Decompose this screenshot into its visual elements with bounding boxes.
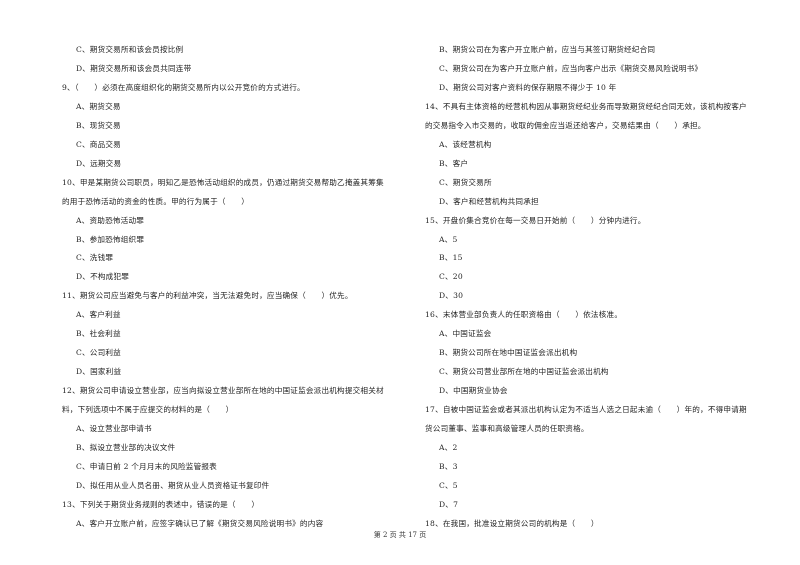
- question-text: 17、自被中国证监会或者其派出机构认定为不适当人选之日起未逾（ ）年的，不得申请…: [425, 405, 747, 415]
- answer-option: D、远期交易: [76, 158, 122, 168]
- question-text: 12、期货公司申请设立营业部，应当向拟设立营业部所在地的中国证监会派出机构提交相…: [62, 386, 384, 396]
- answer-option: C、期货公司营业部所在地的中国证监会派出机构: [439, 367, 609, 377]
- answer-option: A、设立营业部申请书: [76, 424, 152, 433]
- answer-option: D、7: [439, 499, 459, 509]
- answer-option: B、客户: [439, 158, 469, 168]
- answer-option: D、客户和经营机构共同承担: [439, 196, 539, 206]
- answer-option: A、5: [439, 234, 458, 244]
- answer-option: B、期货公司在为客户开立账户前，应当与其签订期货经纪合同: [439, 45, 656, 54]
- answer-option: C、期货公司在为客户开立账户前，应当向客户出示《期货交易风险说明书》: [439, 63, 703, 73]
- answer-option: B、社会利益: [76, 329, 121, 339]
- answer-option: B、现货交易: [76, 120, 121, 130]
- answer-option: C、期货交易所: [439, 177, 492, 187]
- question-text: 的用于恐怖活动的资金的性质。甲的行为属于（ ）: [62, 196, 250, 206]
- question-text: 11、期货公司应当避免与客户的利益冲突，当无法避免时，应当确保（ ）优先。: [62, 291, 353, 301]
- answer-option: C、20: [439, 272, 463, 282]
- answer-option: B、期货公司所在地中国证监会派出机构: [439, 348, 578, 358]
- answer-option: D、不构成犯罪: [76, 272, 130, 282]
- answer-option: B、拟设立营业部的决议文件: [76, 442, 176, 452]
- question-text: 料，下列选项中不属于应提交的材料的是（ ）: [62, 405, 234, 415]
- answer-option: C、申请日前 2 个月月末的风险监管报表: [76, 461, 217, 471]
- page-footer: 第 2 页 共 17 页: [373, 531, 427, 539]
- answer-option: C、洗钱罪: [76, 253, 114, 263]
- answer-option: C、5: [439, 480, 458, 490]
- answer-option: B、3: [439, 461, 458, 471]
- answer-option: D、拟任用从业人员名册、期货从业人员资格证书复印件: [76, 480, 270, 490]
- answer-option: B、参加恐怖组织罪: [76, 234, 145, 244]
- answer-option: A、客户利益: [76, 310, 121, 320]
- question-text: 14、不具有主体资格的经营机构因从事期货经纪业务而导致期货经纪合同无效，该机构按…: [425, 101, 747, 111]
- answer-option: C、期货交易所和该会员按比例: [76, 45, 184, 54]
- answer-option: A、2: [439, 442, 458, 452]
- question-text: 13、下列关于期货业务规则的表述中，错误的是（ ）: [62, 499, 260, 509]
- answer-option: A、客户开立账户前，应签字确认已了解《期货交易风险说明书》的内容: [76, 518, 324, 528]
- question-text: 16、末体营业部负责人的任职资格由（ ）依法核准。: [425, 310, 623, 320]
- answer-option: D、期货交易所和该会员共同连带: [76, 63, 192, 73]
- answer-option: C、商品交易: [76, 139, 121, 149]
- question-text: 18、在我国，批准设立期货公司的机构是（ ）: [425, 518, 599, 528]
- answer-option: D、期货公司对客户资料的保存期限不得少于 10 年: [439, 82, 617, 92]
- answer-option: D、国家利益: [76, 367, 122, 377]
- answer-option: A、中国证监会: [439, 329, 492, 339]
- answer-option: C、公司利益: [76, 348, 121, 358]
- question-text: 10、甲是某期货公司职员，明知乙是恐怖活动组织的成员，仍通过期货交易帮助乙掩盖其…: [62, 177, 384, 187]
- question-text: 的交易指令入市交易的，收取的佣金应当返还给客户，交易结果由（ ）承担。: [425, 120, 706, 130]
- answer-option: D、30: [439, 291, 464, 301]
- answer-option: D、中国期货业协会: [439, 386, 508, 396]
- answer-option: B、15: [439, 253, 463, 263]
- answer-option: A、资助恐怖活动罪: [76, 215, 145, 225]
- question-text: 15、开盘价集合竞价在每一交易日开始前（ ）分钟内进行。: [425, 215, 646, 225]
- question-text: 9、（ ）必须在高度组织化的期货交易所内以公开竞价的方式进行。: [62, 82, 305, 92]
- question-text: 货公司董事、监事和高级管理人员的任职资格。: [425, 424, 589, 433]
- answer-option: A、期货交易: [76, 101, 121, 111]
- answer-option: A、该经营机构: [439, 139, 492, 149]
